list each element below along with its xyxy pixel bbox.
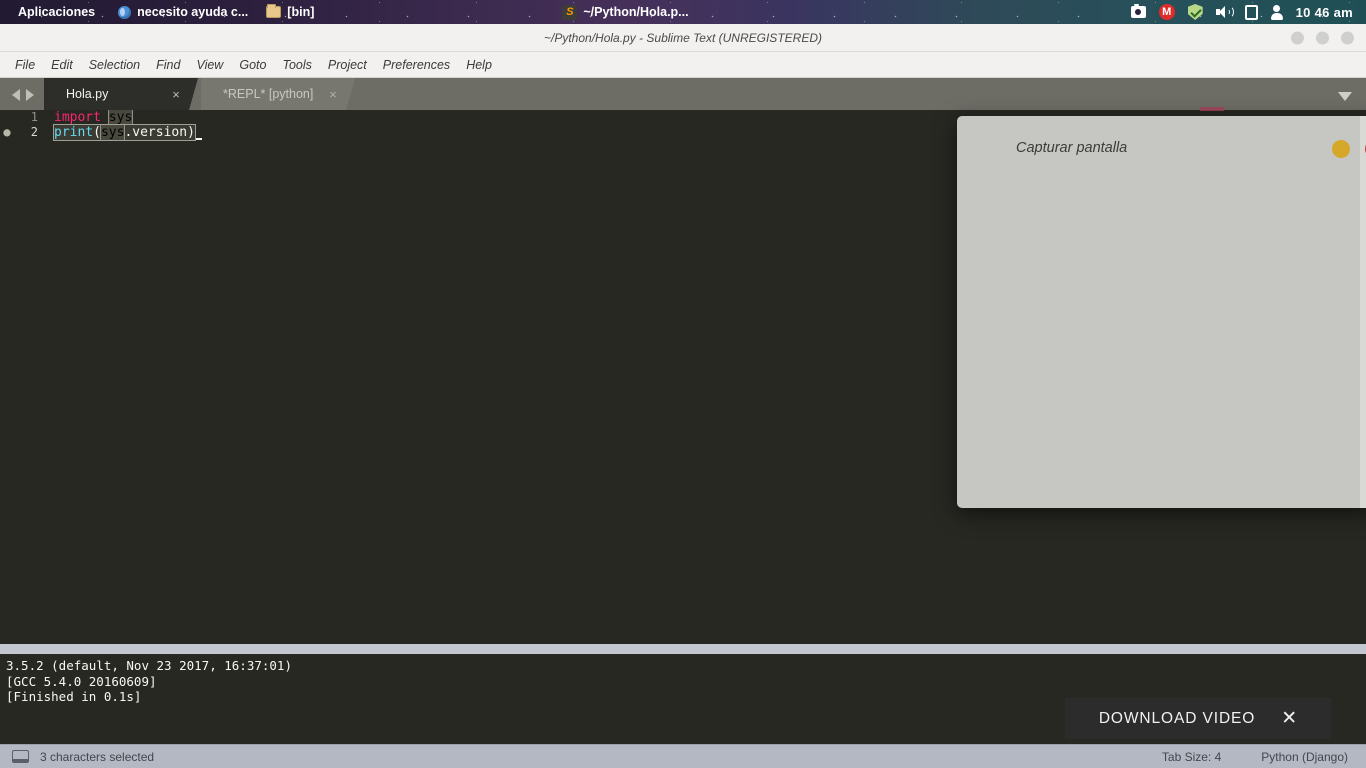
line-number: 1: [30, 110, 38, 124]
applications-menu[interactable]: Aplicaciones: [0, 0, 109, 24]
menu-item-edit[interactable]: Edit: [44, 55, 80, 75]
taskbar-item-sublime[interactable]: S ~/Python/Hola.p...: [553, 0, 697, 24]
console-icon[interactable]: [12, 750, 29, 763]
clock[interactable]: 10 46 am: [1296, 5, 1353, 20]
taskbar-item-sublime-label: ~/Python/Hola.p...: [583, 5, 689, 19]
maximize-button[interactable]: [1316, 31, 1329, 44]
sublime-icon: S: [562, 4, 578, 20]
line-number: 2: [30, 125, 38, 139]
status-bar-right: Tab Size: 4 Python (Django): [1162, 750, 1366, 764]
code-line-1: import sys: [40, 110, 134, 126]
token-paren-open: (: [93, 125, 101, 140]
taskbar-item-browser-label: necesito ayuda c...: [137, 5, 249, 19]
system-top-panel: Aplicaciones necesito ayuda c... [bin] S…: [0, 0, 1366, 24]
tab-bar: Hola.py × *REPL* [python] ×: [0, 78, 1366, 110]
output-line: 3.5.2 (default, Nov 23 2017, 16:37:01): [6, 658, 292, 673]
tab-repl-python-label: *REPL* [python]: [223, 87, 314, 101]
system-tray: M 10 46 am: [1130, 4, 1366, 20]
taskbar-item-browser[interactable]: necesito ayuda c...: [109, 0, 257, 24]
globe-icon: [118, 5, 132, 19]
user-icon[interactable]: [1270, 5, 1283, 20]
status-bar: 3 characters selected Tab Size: 4 Python…: [0, 744, 1366, 768]
folder-icon: [266, 4, 282, 18]
tab-hola-py-label: Hola.py: [66, 87, 109, 101]
token-highlight-sys: sys: [107, 110, 134, 126]
menu-item-project[interactable]: Project: [321, 55, 374, 75]
tab-hola-py[interactable]: Hola.py ×: [44, 78, 198, 110]
output-line: [GCC 5.4.0 20160609]: [6, 673, 157, 689]
status-tab-size[interactable]: Tab Size: 4: [1162, 750, 1221, 764]
close-icon[interactable]: ✕: [1281, 709, 1297, 728]
token-paren-close: ): [187, 125, 195, 140]
page-title: ~/Python/Hola.py - Sublime Text (UNREGIS…: [544, 30, 822, 45]
code-line-2: print(sys.version): [40, 124, 202, 141]
taskbar-item-files[interactable]: [bin]: [257, 0, 323, 24]
menu-item-file[interactable]: File: [8, 55, 42, 75]
download-video-label: DOWNLOAD VIDEO: [1098, 709, 1256, 727]
record-indicator-icon[interactable]: [1332, 140, 1350, 158]
chevron-down-icon[interactable]: [1338, 92, 1352, 101]
panel-divider[interactable]: [0, 644, 1366, 654]
menu-bar: File Edit Selection Find View Goto Tools…: [0, 52, 1366, 78]
screenshot-dialog-title: Capturar pantalla: [1016, 140, 1128, 156]
chevron-left-icon[interactable]: [12, 89, 20, 101]
window-controls: [1291, 31, 1354, 44]
line-modified-marker: ●: [3, 125, 11, 139]
status-selection-text: 3 characters selected: [40, 749, 155, 764]
menu-item-view[interactable]: View: [189, 55, 230, 75]
menu-item-preferences[interactable]: Preferences: [376, 55, 457, 75]
menu-item-tools[interactable]: Tools: [275, 55, 318, 75]
selection-box: print(sys.version): [53, 124, 196, 141]
tab-scroll-controls: [0, 89, 44, 110]
shield-icon[interactable]: [1187, 4, 1203, 20]
menu-item-goto[interactable]: Goto: [232, 55, 273, 75]
token-function-print: print: [54, 125, 94, 140]
status-syntax[interactable]: Python (Django): [1261, 750, 1348, 764]
close-button[interactable]: [1341, 31, 1354, 44]
battery-icon[interactable]: [1244, 4, 1258, 20]
window-title-bar: ~/Python/Hola.py - Sublime Text (UNREGIS…: [0, 24, 1366, 52]
status-bar-left: 3 characters selected: [0, 750, 154, 764]
minimize-button[interactable]: [1291, 31, 1304, 44]
chevron-right-icon[interactable]: [26, 89, 34, 101]
camera-icon[interactable]: [1130, 4, 1146, 18]
gmail-icon[interactable]: M: [1158, 4, 1175, 20]
screenshot-dialog[interactable]: Capturar pantalla: [957, 116, 1366, 508]
token-attribute-version: .version: [124, 125, 188, 140]
window-notch: [1200, 107, 1224, 111]
taskbar-item-files-label: [bin]: [287, 5, 315, 19]
text-cursor: [194, 127, 202, 140]
download-video-banner[interactable]: DOWNLOAD VIDEO ✕: [1065, 698, 1331, 739]
menu-item-find[interactable]: Find: [149, 55, 187, 75]
tab-close-icon[interactable]: ×: [163, 87, 189, 102]
token-keyword-import: import: [54, 110, 101, 125]
tab-close-icon[interactable]: ×: [320, 87, 346, 102]
menu-item-help[interactable]: Help: [459, 55, 499, 75]
tab-repl-python[interactable]: *REPL* [python] ×: [201, 78, 355, 110]
dialog-side-strip: [1360, 116, 1366, 508]
menu-item-selection[interactable]: Selection: [82, 55, 147, 75]
applications-menu-label: Aplicaciones: [18, 5, 96, 19]
volume-icon[interactable]: [1215, 5, 1234, 19]
desktop-screen: Aplicaciones necesito ayuda c... [bin] S…: [0, 0, 1366, 768]
token-highlight-sys: sys: [99, 124, 126, 141]
